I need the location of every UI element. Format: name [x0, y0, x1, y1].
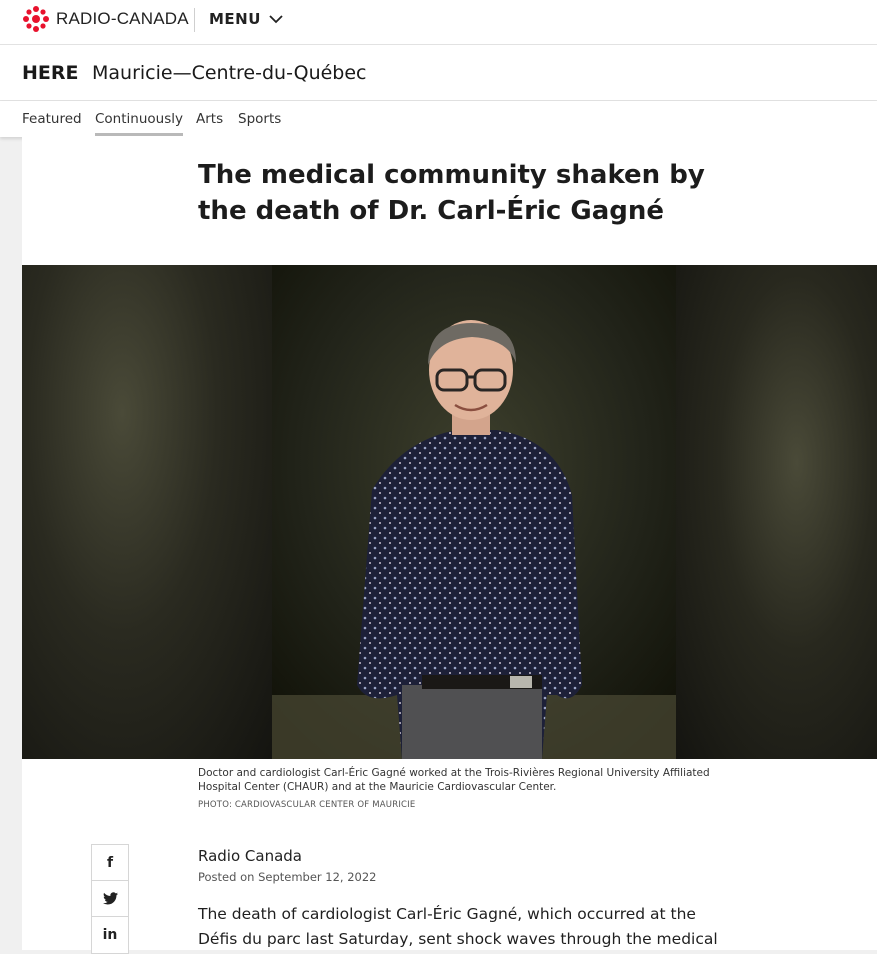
region-title[interactable]: Mauricie—Centre-du-Québec: [92, 62, 367, 84]
photo-credit: PHOTO: CARDIOVASCULAR CENTER OF MAURICIE: [198, 800, 416, 810]
article-title: The medical community shaken by the deat…: [198, 160, 705, 226]
twitter-share-button[interactable]: [92, 881, 128, 917]
radio-canada-gem-icon: [23, 6, 49, 32]
menu-label: MENU: [209, 10, 261, 28]
chevron-down-icon: [269, 14, 283, 23]
article: The medical community shaken by the deat…: [22, 137, 877, 954]
tab-arts[interactable]: Arts: [196, 111, 223, 133]
tab-featured[interactable]: Featured: [22, 111, 82, 133]
linkedin-share-button[interactable]: in: [92, 917, 128, 953]
photo-caption: Doctor and cardiologist Carl-Éric Gagné …: [198, 767, 710, 793]
section-tabs: Featured Continuously Arts Sports: [0, 101, 877, 137]
tab-continuously[interactable]: Continuously: [95, 111, 183, 136]
posted-date: Posted on September 12, 2022: [198, 870, 377, 884]
article-photo: [22, 265, 877, 759]
header-divider: [194, 8, 195, 32]
photo-blur-right: [676, 265, 877, 759]
twitter-icon: [102, 892, 118, 905]
article-lead-paragraph: The death of cardiologist Carl-Éric Gagn…: [198, 905, 718, 948]
radio-canada-logo[interactable]: RADIO-CANADA: [22, 5, 189, 33]
logo-text: RADIO-CANADA: [56, 9, 189, 28]
section-bar: HERE Mauricie—Centre-du-Québec: [0, 45, 877, 101]
facebook-share-button[interactable]: f: [92, 845, 128, 881]
facebook-icon: f: [106, 854, 114, 871]
top-bar: RADIO-CANADA MENU: [0, 0, 877, 45]
tab-sports[interactable]: Sports: [238, 111, 281, 133]
article-author: Radio Canada: [198, 847, 302, 865]
photo-blur-left: [22, 265, 272, 759]
menu-button[interactable]: MENU: [209, 10, 283, 28]
linkedin-icon: in: [102, 927, 118, 943]
portrait-image: [272, 265, 676, 759]
here-label[interactable]: HERE: [22, 62, 79, 84]
share-buttons: f in: [91, 844, 129, 954]
